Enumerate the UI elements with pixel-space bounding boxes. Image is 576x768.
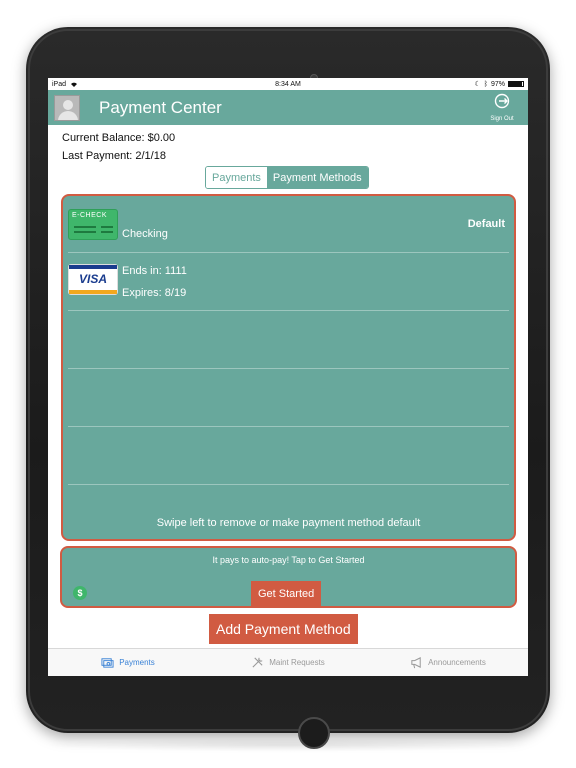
default-badge: Default (467, 218, 505, 230)
visa-card-icon: VISA (68, 264, 118, 295)
card-expiry: Expires: 8/19 (122, 287, 187, 299)
tab-label: Announcements (428, 658, 486, 667)
swipe-hint: Swipe left to remove or make payment met… (156, 517, 421, 529)
last-payment: Last Payment: 2/1/18 (62, 150, 166, 162)
sign-out-label: Sign Out (490, 116, 514, 122)
empty-row (68, 427, 509, 485)
payment-method-row-visa[interactable]: VISA Ends in: 1111 Expires: 8/19 (68, 253, 509, 311)
tab-maint-requests[interactable]: Maint Requests (208, 649, 368, 676)
tab-payments[interactable]: Payments (48, 649, 208, 676)
payment-methods-list: E-CHECK Checking Default VISA Ends in: 1… (61, 194, 516, 541)
tab-bar: Payments Maint Requests Announcements (48, 648, 528, 676)
megaphone-icon (411, 657, 421, 669)
sign-out-icon (494, 93, 510, 109)
payments-icon (101, 658, 114, 668)
page-title: Payment Center (99, 97, 222, 117)
tools-icon (252, 657, 263, 668)
get-started-button[interactable]: Get Started (251, 581, 322, 607)
add-payment-method-button[interactable]: Add Payment Method (209, 614, 358, 644)
account-summary: Current Balance: $0.00 Last Payment: 2/1… (48, 125, 528, 165)
segmented-control: Payments Payment Methods (205, 166, 369, 189)
segment-payments[interactable]: Payments (206, 167, 267, 188)
sign-out-button[interactable]: Sign Out (482, 93, 522, 122)
battery-icon (508, 81, 524, 87)
payment-method-row-echeck[interactable]: E-CHECK Checking Default (68, 196, 509, 253)
method-label: Checking (122, 228, 168, 240)
current-balance: Current Balance: $0.00 (62, 132, 176, 144)
avatar[interactable] (54, 94, 80, 121)
autopay-message: It pays to auto-pay! Tap to Get Started (212, 555, 365, 565)
echeck-card-icon: E-CHECK (68, 209, 118, 240)
screen: iPad 8:34 AM ☾ ᛒ 97% Payment Center Sign… (48, 78, 528, 676)
status-bar: iPad 8:34 AM ☾ ᛒ 97% (48, 78, 528, 90)
empty-row (68, 311, 509, 369)
tab-label: Payments (119, 658, 155, 667)
empty-row (68, 369, 509, 427)
segment-payment-methods[interactable]: Payment Methods (266, 167, 368, 188)
tab-label: Maint Requests (269, 658, 325, 667)
autopay-banner[interactable]: It pays to auto-pay! Tap to Get Started … (60, 546, 517, 608)
dollar-coin-icon: $ (73, 586, 87, 600)
tab-announcements[interactable]: Announcements (368, 649, 528, 676)
device-reflection (40, 738, 536, 752)
status-time: 8:34 AM (275, 80, 301, 88)
nav-bar: Payment Center Sign Out (48, 90, 528, 125)
card-ending: Ends in: 1111 (122, 265, 187, 277)
